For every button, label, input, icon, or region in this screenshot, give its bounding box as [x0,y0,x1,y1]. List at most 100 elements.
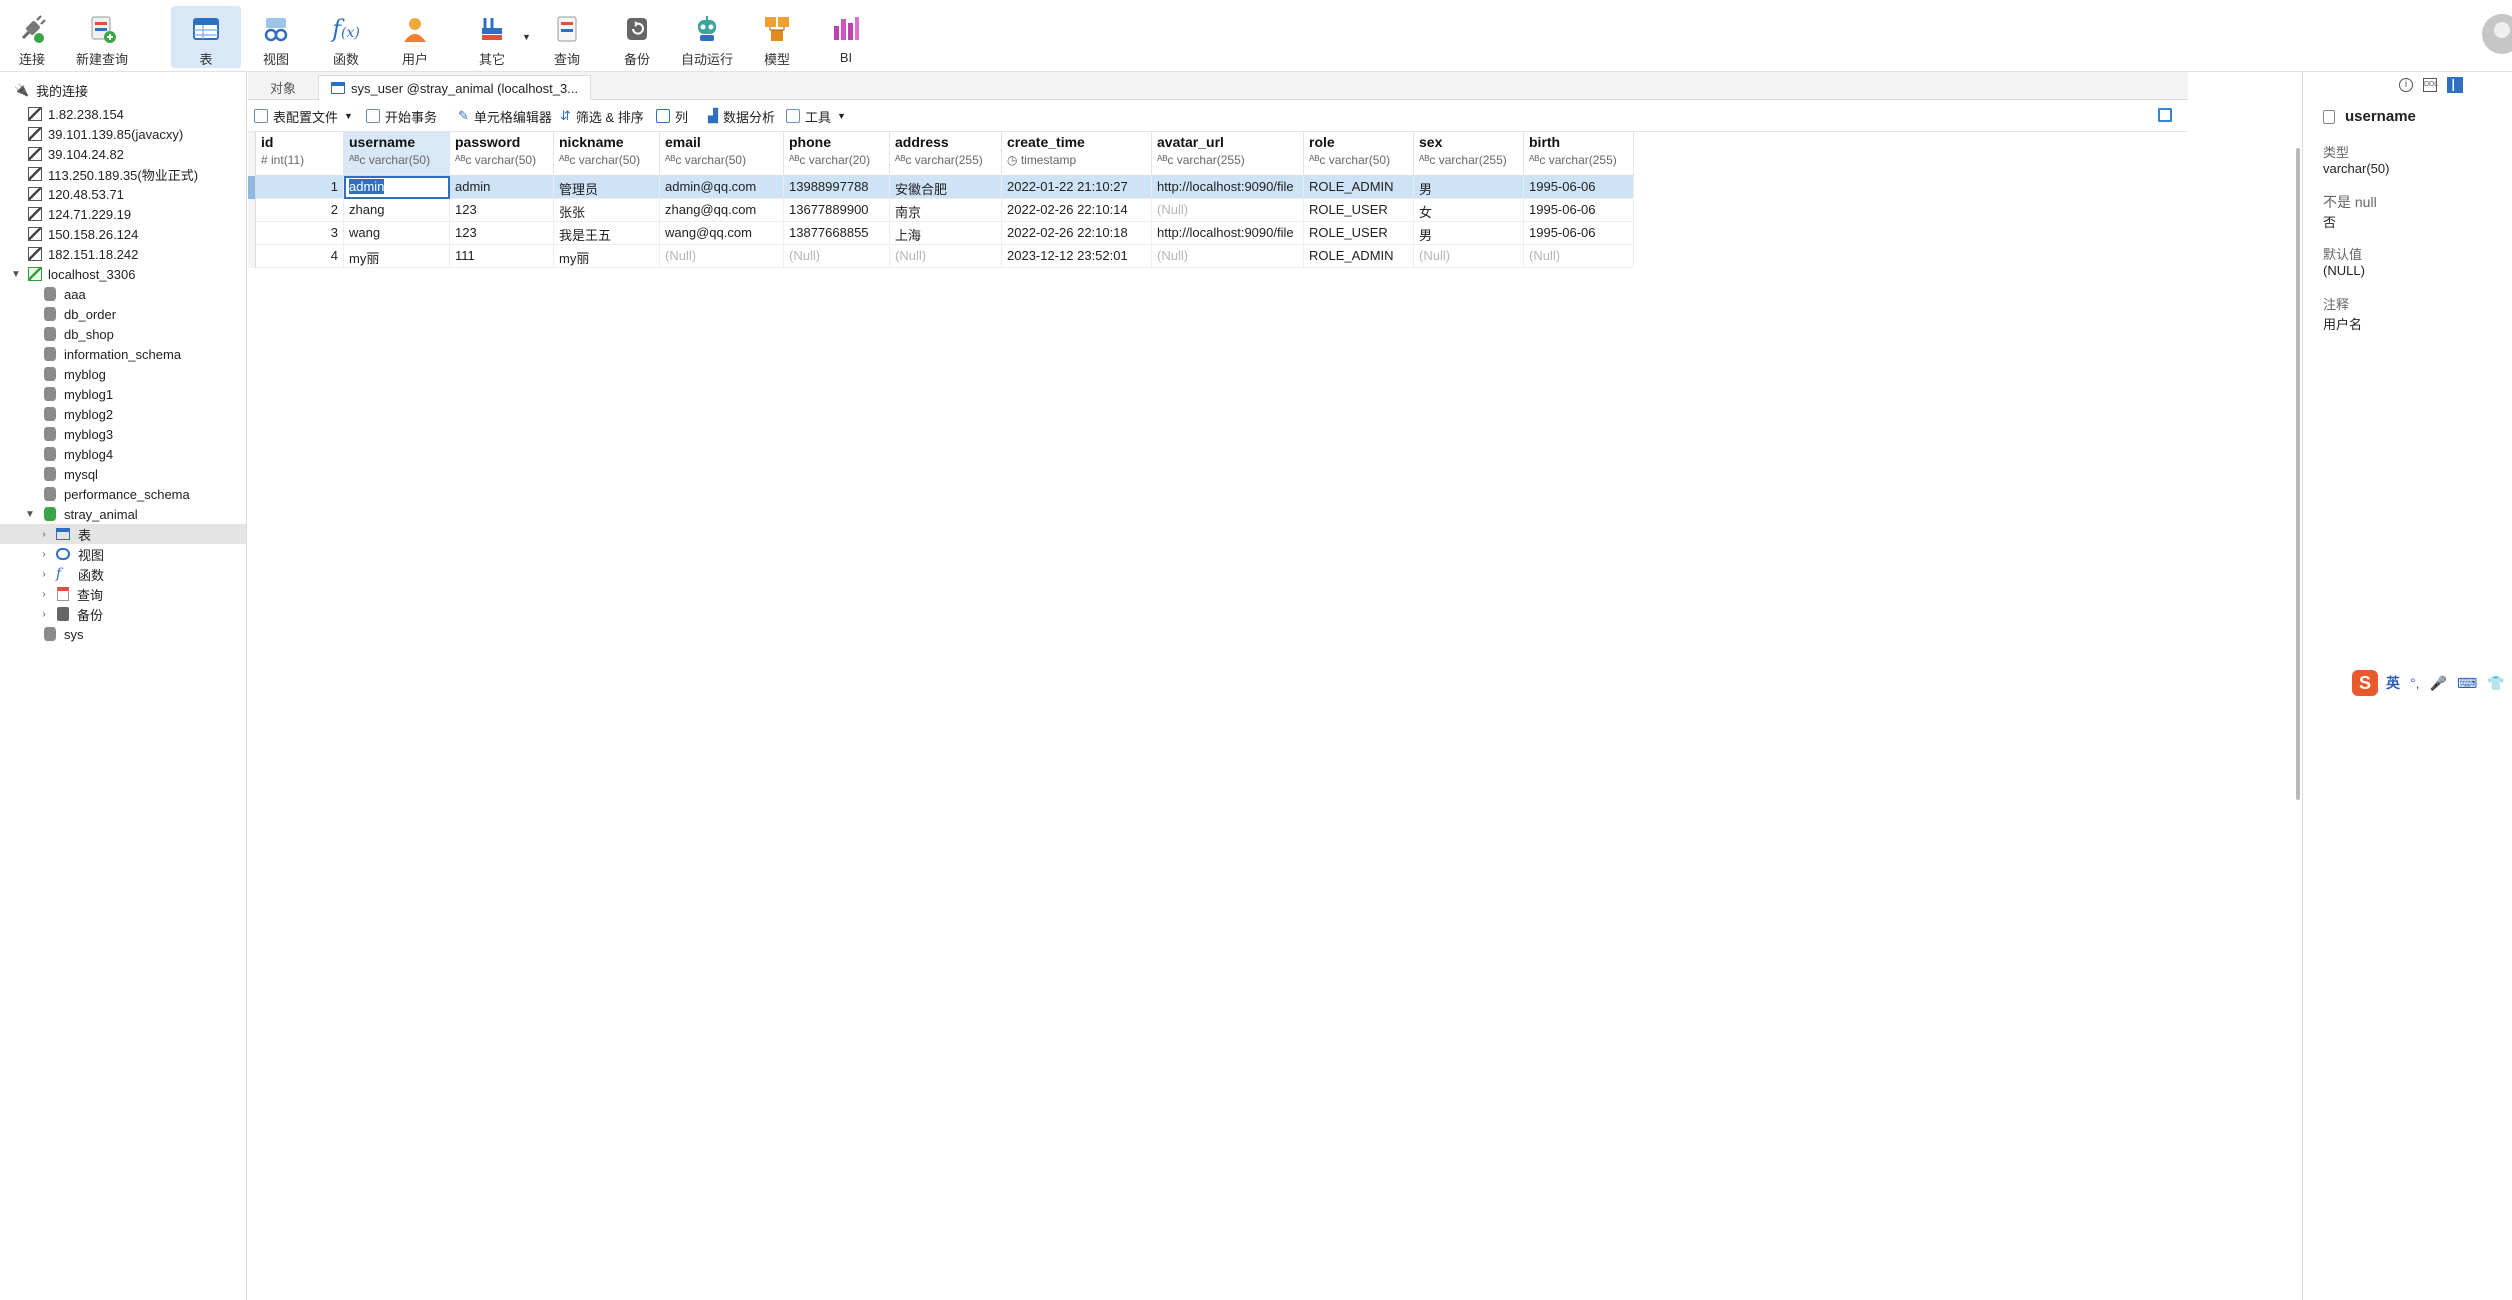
column-header-id[interactable]: id # int(11) [256,132,344,176]
table-cell[interactable]: 4 [256,245,344,268]
table-cell[interactable]: ROLE_USER [1304,222,1414,245]
table-config-button[interactable]: 表配置文件 ▼ [254,107,353,125]
table-cell[interactable]: admin@qq.com [660,176,784,199]
view-button[interactable]: 视图 [256,6,296,68]
filter-sort-button[interactable]: ⇵ 筛选 & 排序 [560,107,644,125]
table-cell[interactable]: 上海 [890,222,1002,245]
table-cell[interactable]: my丽 [554,245,660,268]
table-cell[interactable]: 3 [256,222,344,245]
cell-editor-button[interactable]: ✎ 单元格编辑器 [458,107,552,125]
bi-button[interactable]: BI [826,6,866,68]
table-cell[interactable]: admin [450,176,554,199]
table-cell[interactable]: 张张 [554,199,660,222]
other-button[interactable]: 其它 [468,6,516,68]
database-item[interactable]: sys [0,624,246,644]
table-cell[interactable]: 1995-06-06 [1524,222,1634,245]
table-cell[interactable]: 男 [1414,176,1524,199]
backup-button[interactable]: 备份 [617,6,657,68]
table-cell[interactable]: 我是王五 [554,222,660,245]
table-cell[interactable]: zhang@qq.com [660,199,784,222]
database-item[interactable]: db_order [0,304,246,324]
column-header-phone[interactable]: phone ᴬᴮc varchar(20) [784,132,890,176]
expand-icon[interactable] [2158,108,2172,122]
row-selector[interactable] [248,199,256,222]
ime-toolbar[interactable]: S 英 °, 🎤 ⌨ 👕 [2352,668,2512,698]
table-cell[interactable]: 2022-01-22 21:10:27 [1002,176,1152,199]
database-item[interactable]: myblog2 [0,404,246,424]
model-button[interactable]: 模型 [757,6,797,68]
query-button[interactable]: 查询 [547,6,587,68]
table-cell[interactable]: 13988997788 [784,176,890,199]
chevron-right-icon[interactable]: › [38,609,50,620]
table-cell[interactable]: 2023-12-12 23:52:01 [1002,245,1152,268]
connection-item[interactable]: 113.250.189.35(物业正式) [0,164,246,184]
database-item[interactable]: mysql [0,464,246,484]
table-cell[interactable]: zhang [344,199,450,222]
begin-transaction-button[interactable]: 开始事务 [366,107,437,125]
tree-functions[interactable]: › f 函数 [0,564,246,584]
table-cell[interactable]: ROLE_ADMIN [1304,245,1414,268]
tab-objects[interactable]: 对象 [258,75,308,100]
table-cell[interactable]: 2022-02-26 22:10:14 [1002,199,1152,222]
connection-item[interactable]: 182.151.18.242 [0,244,246,264]
punctuation-icon[interactable]: °, [2410,675,2420,691]
connection-item-open[interactable]: ▼ localhost_3306 [0,264,246,284]
table-cell[interactable]: 111 [450,245,554,268]
connection-item[interactable]: 150.158.26.124 [0,224,246,244]
chevron-right-icon[interactable]: › [38,549,50,560]
database-item[interactable]: myblog4 [0,444,246,464]
database-item[interactable]: information_schema [0,344,246,364]
table-cell[interactable]: 123 [450,222,554,245]
table-cell[interactable]: my丽 [344,245,450,268]
table-cell[interactable]: wang [344,222,450,245]
column-header-address[interactable]: address ᴬᴮc varchar(255) [890,132,1002,176]
table-cell[interactable]: (Null) [660,245,784,268]
vertical-scrollbar[interactable] [2296,148,2300,800]
columns-button[interactable]: 列 [656,107,688,125]
row-selector[interactable] [248,222,256,245]
tree-backups[interactable]: › 备份 [0,604,246,624]
table-cell[interactable]: (Null) [784,245,890,268]
table-cell[interactable]: 13677889900 [784,199,890,222]
connection-item[interactable]: 39.101.139.85(javacxy) [0,124,246,144]
table-cell[interactable]: 1 [256,176,344,199]
table-cell[interactable]: (Null) [1152,199,1304,222]
table-cell[interactable]: admin [344,176,450,199]
database-item-open[interactable]: ▼ stray_animal [0,504,246,524]
chevron-down-icon[interactable]: ▼ [10,269,22,280]
table-cell[interactable]: 2022-02-26 22:10:18 [1002,222,1152,245]
database-item[interactable]: db_shop [0,324,246,344]
table-cell[interactable]: (Null) [1524,245,1634,268]
chevron-down-icon[interactable]: ▼ [24,509,36,520]
tools-button[interactable]: 工具 ▼ [786,107,846,125]
database-item[interactable]: aaa [0,284,246,304]
row-selector[interactable] [248,245,256,268]
data-analysis-button[interactable]: ▟ 数据分析 [708,107,775,125]
column-header-nickname[interactable]: nickname ᴬᴮc varchar(50) [554,132,660,176]
table-cell[interactable]: 南京 [890,199,1002,222]
keyboard-icon[interactable]: ⌨ [2457,675,2477,692]
column-header-username[interactable]: username ᴬᴮc varchar(50) [344,132,450,176]
table-cell[interactable]: 123 [450,199,554,222]
table-cell[interactable]: 女 [1414,199,1524,222]
column-header-email[interactable]: email ᴬᴮc varchar(50) [660,132,784,176]
database-item[interactable]: myblog1 [0,384,246,404]
table-cell[interactable]: 1995-06-06 [1524,176,1634,199]
table-cell[interactable]: (Null) [1152,245,1304,268]
tree-tables[interactable]: › 表 [0,524,246,544]
column-header-password[interactable]: password ᴬᴮc varchar(50) [450,132,554,176]
table-cell[interactable]: ROLE_USER [1304,199,1414,222]
function-button[interactable]: f(x) 函数 [326,6,366,68]
tree-views[interactable]: › 视图 [0,544,246,564]
table-button[interactable]: 表 [171,6,241,68]
avatar[interactable] [2482,14,2512,54]
table-cell[interactable]: http://localhost:9090/file [1152,222,1304,245]
table-cell[interactable]: 2 [256,199,344,222]
row-selector[interactable] [248,176,256,199]
chevron-right-icon[interactable]: › [38,569,50,580]
tab-sys-user[interactable]: sys_user @stray_animal (localhost_3... [318,75,592,100]
field-view-icon[interactable] [2447,77,2463,93]
connect-button[interactable]: 连接 [10,6,54,68]
tree-queries[interactable]: › 查询 [0,584,246,604]
table-cell[interactable]: 管理员 [554,176,660,199]
